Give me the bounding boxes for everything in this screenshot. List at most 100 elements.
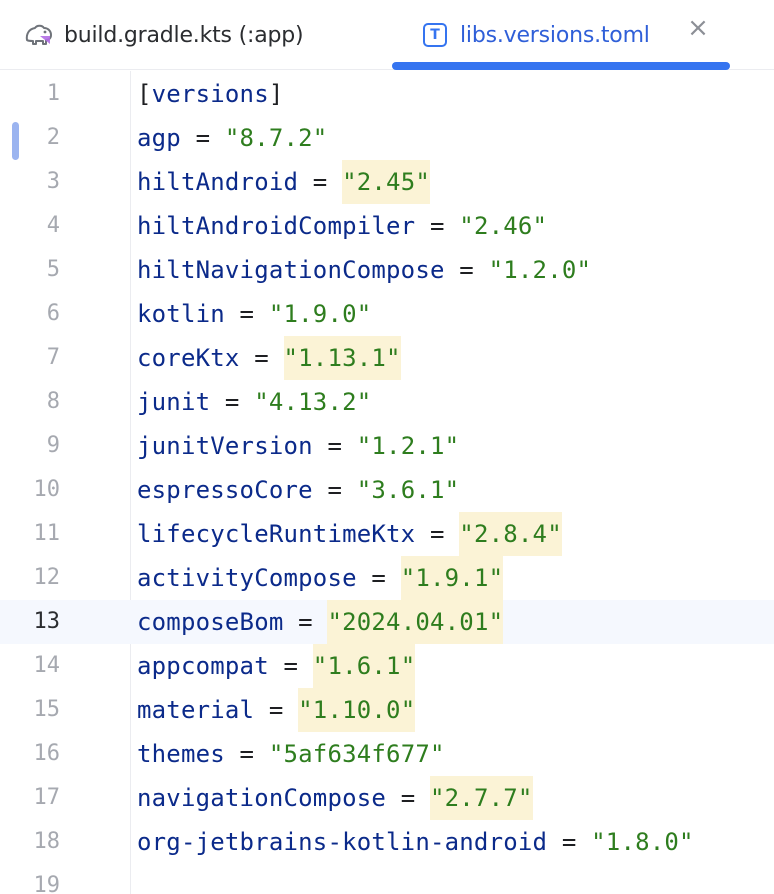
line-number: 5	[46, 257, 60, 282]
version-key: hiltAndroid	[137, 168, 299, 196]
line-number: 4	[46, 213, 60, 238]
change-marker[interactable]	[12, 122, 19, 160]
line-number: 8	[46, 389, 60, 414]
equals-sign: =	[312, 476, 357, 504]
code-line[interactable]: 16 themes = "5af634f677"	[0, 732, 774, 776]
version-value: "2024.04.01"	[327, 600, 504, 644]
equals-sign: =	[547, 828, 592, 856]
code-line[interactable]: 7 coreKtx = "1.13.1"	[0, 336, 774, 380]
equals-sign: =	[298, 168, 343, 196]
equals-sign: =	[224, 300, 269, 328]
code-area[interactable]: 1 [versions] 2 agp = "8.7.2" 3 hiltAndroid = …	[0, 71, 774, 894]
code-line[interactable]: 15 material = "1.10.0"	[0, 688, 774, 732]
version-value: "3.6.1"	[356, 476, 460, 504]
line-number: 19	[33, 873, 61, 894]
code-line[interactable]: 19	[0, 864, 774, 894]
code-line[interactable]: 9 junitVersion = "1.2.1"	[0, 424, 774, 468]
code-text: junitVersion = "1.2.1"	[137, 424, 459, 468]
tab-build-gradle[interactable]: build.gradle.kts (:app)	[22, 0, 304, 70]
equals-sign: =	[312, 432, 357, 460]
code-line[interactable]: 13 composeBom = "2024.04.01"	[0, 600, 774, 644]
code-text: coreKtx = "1.13.1"	[137, 336, 401, 380]
version-key: hiltAndroidCompiler	[137, 212, 416, 240]
line-number: 2	[46, 125, 60, 150]
toml-file-icon: T	[418, 20, 452, 50]
equals-sign: =	[283, 608, 328, 636]
version-key: agp	[137, 124, 181, 152]
version-key: hiltNavigationCompose	[137, 256, 445, 284]
code-line[interactable]: 3 hiltAndroid = "2.45"	[0, 160, 774, 204]
code-text: composeBom = "2024.04.01"	[137, 600, 504, 644]
version-value: "5af634f677"	[268, 740, 445, 768]
section-name: versions	[151, 80, 269, 108]
version-key: navigationCompose	[137, 784, 387, 812]
equals-sign: =	[356, 564, 401, 592]
version-value: "2.7.7"	[430, 776, 533, 820]
line-number: 1	[46, 81, 60, 106]
code-line[interactable]: 10 espressoCore = "3.6.1"	[0, 468, 774, 512]
version-key: material	[137, 696, 255, 724]
code-line[interactable]: 8 junit = "4.13.2"	[0, 380, 774, 424]
section-bracket: [	[137, 80, 152, 108]
line-number: 10	[33, 477, 61, 502]
equals-sign: =	[415, 520, 460, 548]
code-text: hiltAndroidCompiler = "2.46"	[137, 204, 547, 248]
code-text: espressoCore = "3.6.1"	[137, 468, 459, 512]
toml-badge: T	[423, 23, 447, 47]
version-key: composeBom	[137, 608, 284, 636]
version-value: "1.9.0"	[268, 300, 372, 328]
version-key: junitVersion	[137, 432, 313, 460]
line-number: 13	[33, 609, 61, 634]
equals-sign: =	[254, 696, 299, 724]
toml-section-header: [versions]	[137, 80, 284, 108]
version-key: appcompat	[137, 652, 269, 680]
line-number: 15	[33, 697, 61, 722]
code-text: hiltNavigationCompose = "1.2.0"	[137, 248, 591, 292]
version-value: "4.13.2"	[254, 388, 372, 416]
gradle-elephant-icon	[22, 20, 56, 50]
code-text: junit = "4.13.2"	[137, 380, 371, 424]
code-text: kotlin = "1.9.0"	[137, 292, 371, 336]
version-value: "1.2.0"	[488, 256, 592, 284]
version-value: "1.2.1"	[356, 432, 460, 460]
version-value: "1.13.1"	[283, 336, 401, 380]
code-text: navigationCompose = "2.7.7"	[137, 776, 533, 820]
line-number: 12	[33, 565, 61, 590]
tab-libs-versions-toml[interactable]: T libs.versions.toml	[418, 0, 650, 70]
code-line[interactable]: 4 hiltAndroidCompiler = "2.46"	[0, 204, 774, 248]
code-line[interactable]: 12 activityCompose = "1.9.1"	[0, 556, 774, 600]
code-line[interactable]: 17 navigationCompose = "2.7.7"	[0, 776, 774, 820]
version-value: "2.8.4"	[459, 512, 562, 556]
close-tab-icon[interactable]: ×	[684, 13, 712, 43]
code-line[interactable]: 14 appcompat = "1.6.1"	[0, 644, 774, 688]
code-text: activityCompose = "1.9.1"	[137, 556, 504, 600]
equals-sign: =	[239, 344, 284, 372]
line-number: 9	[46, 433, 60, 458]
version-key: themes	[137, 740, 225, 768]
code-line[interactable]: 6 kotlin = "1.9.0"	[0, 292, 774, 336]
line-number: 14	[33, 653, 61, 678]
code-text: appcompat = "1.6.1"	[137, 644, 416, 688]
code-line[interactable]: 11 lifecycleRuntimeKtx = "2.8.4"	[0, 512, 774, 556]
tab-label: libs.versions.toml	[460, 22, 650, 48]
line-number: 17	[33, 785, 61, 810]
code-line[interactable]: 2 agp = "8.7.2"	[0, 116, 774, 160]
code-line[interactable]: 5 hiltNavigationCompose = "1.2.0"	[0, 248, 774, 292]
code-line[interactable]: 1 [versions]	[0, 72, 774, 116]
editor-tab-bar: build.gradle.kts (:app) T libs.versions.…	[0, 0, 774, 70]
equals-sign: =	[444, 256, 489, 284]
tab-label: build.gradle.kts (:app)	[64, 22, 304, 48]
version-key: activityCompose	[137, 564, 357, 592]
section-bracket: ]	[268, 80, 284, 108]
version-value: "2.46"	[459, 212, 548, 240]
line-number: 6	[46, 301, 60, 326]
equals-sign: =	[415, 212, 460, 240]
active-tab-indicator	[392, 62, 730, 70]
code-text: agp = "8.7.2"	[137, 116, 327, 160]
equals-sign: =	[386, 784, 430, 812]
version-key: espressoCore	[137, 476, 313, 504]
code-text: [versions]	[137, 72, 284, 116]
version-key: junit	[137, 388, 211, 416]
line-number: 7	[46, 345, 60, 370]
code-line[interactable]: 18 org-jetbrains-kotlin-android = "1.8.0"	[0, 820, 774, 864]
